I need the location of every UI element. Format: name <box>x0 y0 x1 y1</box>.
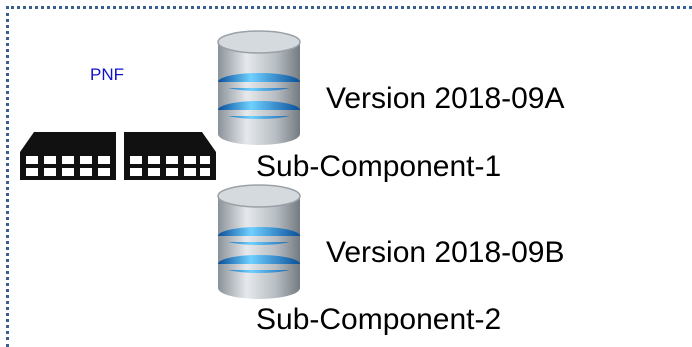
component-1-version: Version 2018-09A <box>326 82 565 115</box>
database-icon <box>217 184 301 299</box>
dotted-frame-left <box>6 6 9 347</box>
component-1-name: Sub-Component-1 <box>256 150 502 183</box>
network-device-icon <box>20 118 216 180</box>
dotted-frame-top <box>6 6 692 9</box>
component-2-version: Version 2018-09B <box>326 236 565 269</box>
component-2-name: Sub-Component-2 <box>256 303 502 336</box>
pnf-label: PNF <box>90 65 124 84</box>
database-icon <box>217 30 301 145</box>
diagram-canvas: PNF Version 2018-09A Sub-Component-1 Ver… <box>0 0 692 347</box>
